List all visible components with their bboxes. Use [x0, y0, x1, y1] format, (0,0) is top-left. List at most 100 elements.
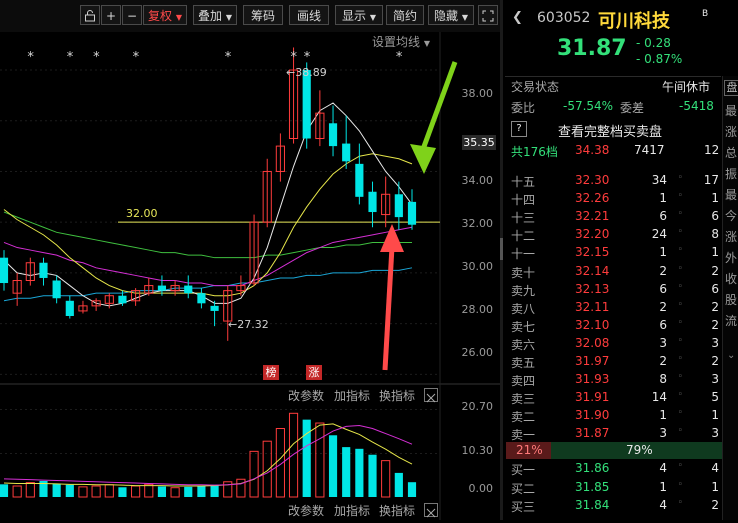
candle-body-down [184, 285, 193, 294]
chevron-down-icon: ▼ [175, 13, 182, 22]
vol-close-icon[interactable] [424, 503, 438, 518]
jianyue-button[interactable]: 简约 [386, 5, 424, 25]
back-icon[interactable]: ❮ [512, 10, 523, 25]
diejia-button[interactable]: 叠加 ▼ [193, 5, 237, 25]
ask-row[interactable]: 卖七 32.10 6 2 ◦ [511, 318, 721, 336]
huaxian-button[interactable]: 画线 [289, 5, 329, 25]
ask-row[interactable]: 卖八 32.11 2 2 ◦ [511, 300, 721, 318]
ask-row[interactable]: 十二 32.20 24 8 ◦ [511, 227, 721, 245]
candle-body-down [342, 143, 351, 162]
bang-tag[interactable]: 榜 [263, 365, 279, 380]
level-volume: 6 [659, 317, 667, 332]
ask-row[interactable]: 卖四 31.93 8 3 ◦ [511, 372, 721, 390]
level-label: 十五 [511, 175, 536, 189]
volume-bar-up [104, 484, 114, 498]
ask-row[interactable]: 十一 32.15 1 1 ◦ [511, 245, 721, 263]
ask-row[interactable]: 卖三 31.91 14 5 ◦ [511, 390, 721, 408]
ask-row[interactable]: 卖五 31.97 2 2 ◦ [511, 354, 721, 372]
volume-bar-up [288, 412, 299, 498]
vol-jiazhibiao-button[interactable]: 加指标 [334, 502, 370, 519]
ask-row[interactable]: 卖十 32.14 2 2 ◦ [511, 264, 721, 282]
volume-bar-down [118, 487, 127, 497]
weicha-value: -5418 [679, 99, 714, 113]
side-label: 股 [724, 293, 737, 307]
xianshi-label: 显示 [342, 9, 367, 23]
chevron-down-icon[interactable]: ⌄ [727, 350, 735, 361]
level-label: 卖八 [511, 301, 536, 316]
main-jiazhibiao-button[interactable]: 加指标 [334, 387, 370, 404]
volume-bar-up [144, 483, 154, 498]
star-marker: * [396, 50, 403, 65]
volume-bar-down [407, 482, 417, 497]
weibi-label: 委比 [511, 101, 536, 115]
bid-row[interactable]: 买二 31.85 1 1 ◦ [511, 480, 721, 498]
level-volume: 34 [651, 173, 667, 187]
bid-row[interactable]: 买三 31.84 4 2 ◦ [511, 498, 721, 516]
green-arrow-shaft [419, 61, 458, 153]
side-tab[interactable]: 盘 [724, 80, 738, 96]
full-orderbook-link[interactable]: 查看完整档买卖盘 [558, 121, 662, 140]
ask-row[interactable]: 卖九 32.13 6 6 ◦ [511, 282, 721, 300]
ma-white-line [3, 102, 413, 307]
zoom-in-button[interactable]: + [101, 5, 121, 25]
weibi-value: -57.54% [563, 99, 614, 113]
green-arrow-head [410, 144, 436, 174]
kline-chart[interactable]: * * * * * * * * [0, 32, 500, 520]
candle-body-down [394, 194, 403, 218]
main-gaicanshu-button[interactable]: 改参数 [288, 387, 324, 404]
lock-open-icon[interactable] [80, 5, 100, 25]
ask-row[interactable]: 十三 32.21 6 6 ◦ [511, 209, 721, 227]
high-value: 38.89 [295, 66, 327, 79]
side-label: 涨 [724, 125, 737, 139]
candle-body-down [52, 280, 61, 299]
ask-row[interactable]: 十四 32.26 1 1 ◦ [511, 191, 721, 209]
yincang-button[interactable]: 隐藏 ▼ [428, 5, 474, 25]
level-price: 32.08 [575, 335, 610, 350]
level-price: 31.93 [575, 372, 610, 387]
row-indicator-icon: ◦ [677, 335, 683, 346]
ask-row[interactable]: 卖六 32.08 3 3 ◦ [511, 336, 721, 354]
volume-bar-down [328, 435, 338, 497]
ask-row[interactable]: 卖二 31.90 1 1 ◦ [511, 408, 721, 426]
status-label: 交易状态 [511, 80, 560, 94]
level-volume: 14 [651, 390, 667, 405]
level-label: 买三 [511, 500, 536, 514]
level-label: 卖七 [511, 319, 536, 334]
help-icon[interactable]: ? [511, 121, 527, 137]
price-line-label: 32.00 [126, 207, 158, 220]
zoom-out-button[interactable]: − [122, 5, 142, 25]
diejia-label: 叠加 [198, 9, 223, 23]
level-price: 32.21 [575, 209, 610, 224]
xianshi-button[interactable]: 显示 ▼ [335, 5, 383, 25]
chouma-button[interactable]: 筹码 [243, 5, 283, 25]
vol-gaicanshu-button[interactable]: 改参数 [288, 502, 324, 519]
side-label: 最 [724, 104, 737, 118]
vol-ma-magenta-line [3, 425, 413, 486]
weicha-label: 委差 [620, 101, 645, 115]
candle-body-down [355, 163, 364, 197]
main-huanzhibiao-button[interactable]: 换指标 [379, 387, 415, 404]
high-annotation: ←38.89 [286, 66, 327, 79]
vol-ma-yellow-line [3, 423, 413, 487]
level-count: 3 [711, 372, 719, 387]
row-indicator-icon: ◦ [677, 191, 683, 202]
expand-icon[interactable] [478, 5, 498, 25]
vol-huanzhibiao-button[interactable]: 换指标 [379, 502, 415, 519]
level-count: 2 [711, 317, 719, 332]
bid-row[interactable]: 买一 31.86 4 4 ◦ [511, 461, 721, 479]
level-volume: 1 [659, 245, 667, 260]
level-label: 卖九 [511, 283, 536, 298]
candle-body-down [118, 295, 127, 304]
zhang-tag[interactable]: 涨 [306, 365, 322, 380]
yincang-label: 隐藏 [434, 9, 459, 23]
volume-bar-down [197, 486, 206, 497]
ask-row[interactable]: 十五 32.30 34 17 ◦ [511, 173, 721, 191]
ma-settings-link[interactable]: 设置均线 ▼ [372, 33, 430, 50]
side-label: 涨 [724, 230, 737, 244]
volume-bar-up [170, 487, 180, 498]
fuquan-button[interactable]: 复权 ▼ [143, 5, 187, 25]
main-close-icon[interactable] [424, 388, 438, 403]
side-label: 振 [724, 167, 737, 181]
volume-bar-down [394, 472, 403, 497]
low-value: 27.32 [237, 318, 269, 331]
